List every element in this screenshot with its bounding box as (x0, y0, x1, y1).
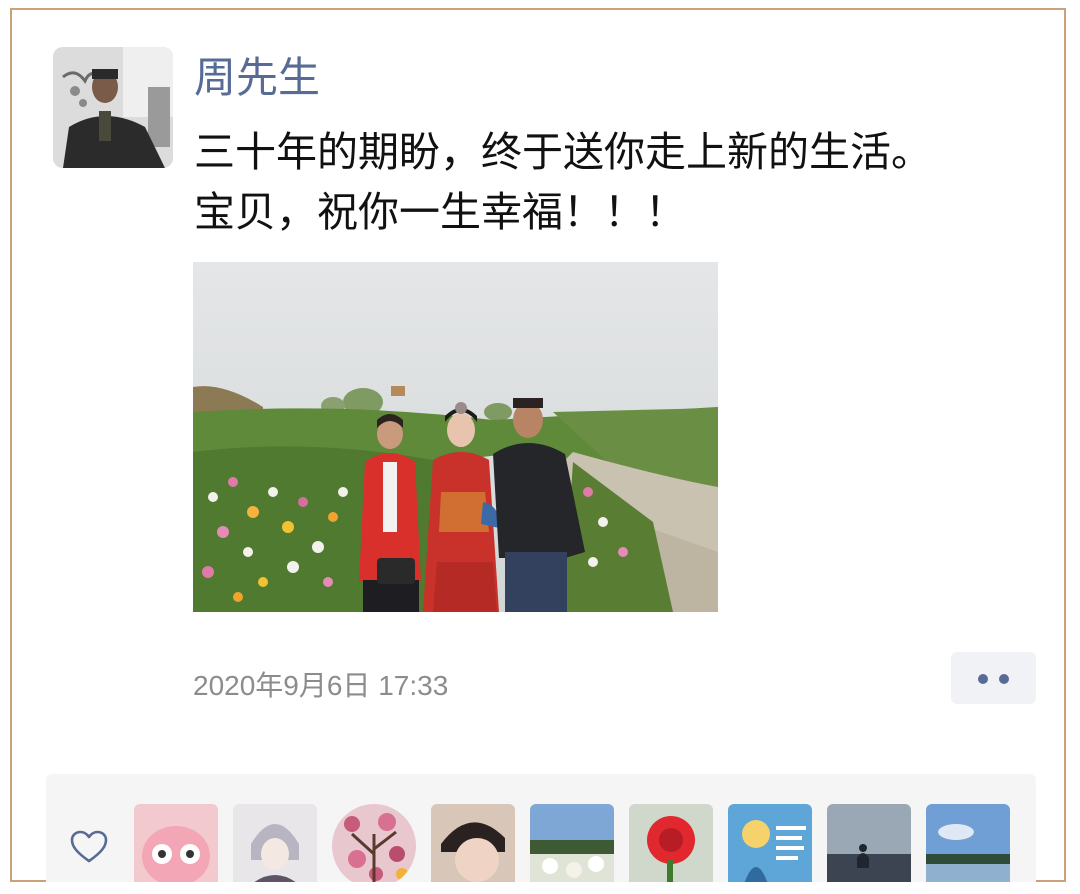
liker-avatar[interactable] (332, 804, 416, 882)
liker-avatar[interactable] (134, 804, 218, 882)
liker-avatar[interactable] (530, 804, 614, 882)
post-text-line: 宝贝，祝你一生幸福！！！ (194, 188, 686, 236)
more-dots-icon (999, 674, 1009, 684)
liker-avatar[interactable] (431, 804, 515, 882)
liker-avatar[interactable] (827, 804, 911, 882)
author-avatar[interactable] (53, 47, 173, 168)
author-name[interactable]: 周先生 (194, 50, 320, 106)
more-dots-icon (978, 674, 988, 684)
liker-avatar[interactable] (233, 804, 317, 882)
liker-avatar[interactable] (629, 804, 713, 882)
post-photo[interactable] (193, 262, 718, 612)
post-text-line: 三十年的期盼，终于送你走上新的生活。 (194, 128, 932, 176)
liker-avatar[interactable] (926, 804, 1010, 882)
heart-outline-icon (70, 830, 108, 864)
more-actions-button[interactable] (951, 652, 1036, 704)
post-text: 三十年的期盼，终于送你走上新的生活。 宝贝，祝你一生幸福！！！ (194, 122, 1014, 242)
likes-panel (46, 774, 1036, 882)
liker-avatar[interactable] (728, 804, 812, 882)
post-timestamp: 2020年9月6日 17:33 (193, 670, 449, 701)
